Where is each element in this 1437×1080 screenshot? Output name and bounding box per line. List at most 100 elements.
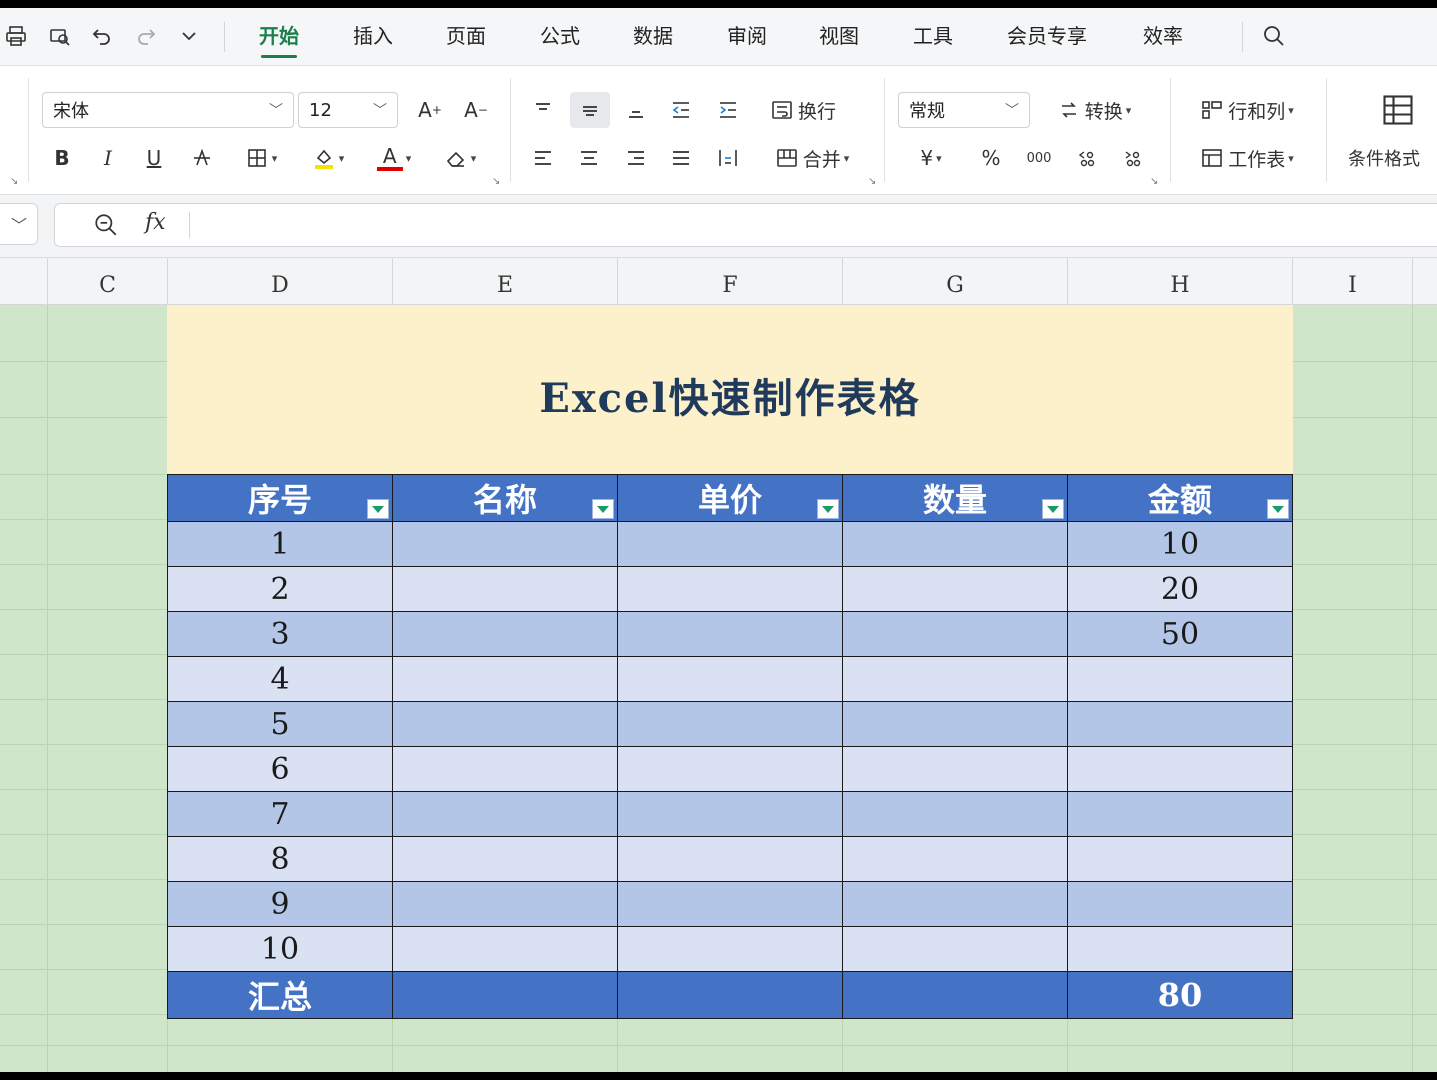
conditional-format-icon[interactable] — [1376, 88, 1420, 132]
tab-tools[interactable]: 工具 — [913, 20, 953, 54]
justify-icon[interactable] — [662, 140, 700, 176]
tab-view[interactable]: 视图 — [819, 20, 859, 54]
table-cell[interactable] — [842, 611, 1068, 657]
align-top-icon[interactable] — [524, 92, 562, 128]
table-cell[interactable] — [617, 746, 843, 792]
column-header-G[interactable]: G — [843, 258, 1068, 304]
column-header-H[interactable]: H — [1068, 258, 1293, 304]
percent-button[interactable]: % — [972, 140, 1010, 176]
align-middle-icon[interactable] — [570, 92, 610, 128]
table-cell[interactable]: 7 — [167, 791, 393, 837]
header-cell[interactable]: 名称 — [392, 474, 618, 522]
table-cell[interactable] — [842, 791, 1068, 837]
quick-access-more-icon[interactable] — [173, 20, 205, 52]
font-name-select[interactable]: 宋体 ﹀ — [42, 92, 294, 128]
table-cell[interactable] — [842, 521, 1068, 567]
table-cell[interactable] — [617, 881, 843, 927]
table-cell[interactable] — [617, 656, 843, 702]
launcher-icon[interactable]: ↘ — [1150, 176, 1158, 187]
filter-dropdown-icon[interactable] — [592, 499, 614, 519]
table-cell[interactable] — [392, 566, 618, 612]
table-cell[interactable] — [392, 611, 618, 657]
worksheet-button[interactable]: 工作表 ▾ — [1186, 140, 1308, 176]
tab-page[interactable]: 页面 — [446, 20, 486, 54]
table-cell[interactable] — [617, 701, 843, 747]
column-header-I[interactable]: I — [1293, 258, 1413, 304]
column-header-J[interactable] — [1413, 258, 1437, 304]
font-color-icon[interactable]: A ▾ — [368, 140, 420, 176]
table-cell[interactable] — [617, 611, 843, 657]
filter-dropdown-icon[interactable] — [1042, 499, 1064, 519]
tab-efficiency[interactable]: 效率 — [1143, 20, 1183, 54]
table-cell[interactable] — [1067, 746, 1293, 792]
font-size-select[interactable]: 12 ﹀ — [298, 92, 398, 128]
table-cell[interactable] — [1067, 926, 1293, 972]
header-cell[interactable]: 数量 — [842, 474, 1068, 522]
table-cell[interactable] — [842, 836, 1068, 882]
table-cell[interactable] — [392, 656, 618, 702]
rows-columns-button[interactable]: 行和列 ▾ — [1186, 92, 1308, 128]
table-cell[interactable] — [842, 656, 1068, 702]
launcher-icon[interactable]: ↘ — [10, 176, 18, 187]
table-cell[interactable]: 3 — [167, 611, 393, 657]
table-cell[interactable] — [842, 926, 1068, 972]
table-cell[interactable] — [617, 521, 843, 567]
thousands-separator-button[interactable]: 000 — [1020, 140, 1058, 176]
distribute-icon[interactable] — [709, 140, 747, 176]
increase-font-icon[interactable]: A + — [410, 92, 450, 128]
tab-review[interactable]: 审阅 — [727, 20, 767, 54]
table-cell[interactable] — [842, 701, 1068, 747]
fx-icon[interactable]: fx — [145, 210, 166, 235]
column-header-D[interactable]: D — [168, 258, 393, 304]
tab-insert[interactable]: 插入 — [353, 20, 393, 54]
currency-button[interactable]: ¥ ▾ — [904, 140, 958, 176]
align-left-icon[interactable] — [524, 140, 562, 176]
header-cell[interactable]: 序号 — [167, 474, 393, 522]
zoom-formula-icon[interactable] — [93, 212, 119, 238]
table-cell[interactable] — [842, 746, 1068, 792]
table-cell[interactable] — [1067, 701, 1293, 747]
table-cell[interactable] — [1067, 881, 1293, 927]
table-cell[interactable]: 6 — [167, 746, 393, 792]
print-icon[interactable] — [0, 20, 32, 52]
table-cell[interactable]: 50 — [1067, 611, 1293, 657]
underline-button[interactable]: U — [136, 140, 172, 176]
border-icon[interactable]: ▾ — [236, 140, 286, 176]
table-cell[interactable] — [617, 926, 843, 972]
merged-title-cell[interactable]: Excel快速制作表格 — [167, 305, 1293, 474]
summary-cell[interactable]: 汇总 — [167, 971, 393, 1019]
align-bottom-icon[interactable] — [617, 92, 655, 128]
column-header-E[interactable]: E — [393, 258, 618, 304]
bold-button[interactable]: B — [44, 140, 80, 176]
increase-indent-icon[interactable] — [709, 92, 747, 128]
launcher-icon[interactable]: ↘ — [492, 176, 500, 187]
table-cell[interactable] — [392, 701, 618, 747]
fill-color-icon[interactable]: ▾ — [302, 140, 354, 176]
name-box-dropdown[interactable]: ﹀ — [0, 203, 38, 245]
table-cell[interactable] — [1067, 656, 1293, 702]
table-cell[interactable]: 20 — [1067, 566, 1293, 612]
table-cell[interactable] — [842, 566, 1068, 612]
italic-button[interactable]: I — [90, 140, 126, 176]
number-format-select[interactable]: 常规 ﹀ — [898, 92, 1030, 128]
table-cell[interactable]: 1 — [167, 521, 393, 567]
table-cell[interactable]: 10 — [167, 926, 393, 972]
formula-input-area[interactable]: fx — [54, 203, 1437, 247]
table-cell[interactable] — [392, 746, 618, 792]
align-right-icon[interactable] — [617, 140, 655, 176]
table-cell[interactable] — [392, 791, 618, 837]
redo-icon[interactable] — [130, 20, 162, 52]
decrease-decimal-icon[interactable] — [1114, 140, 1152, 176]
table-cell[interactable] — [392, 926, 618, 972]
align-center-icon[interactable] — [570, 140, 608, 176]
table-cell[interactable] — [842, 881, 1068, 927]
table-cell[interactable]: 8 — [167, 836, 393, 882]
tab-formula[interactable]: 公式 — [540, 20, 580, 54]
tab-member[interactable]: 会员专享 — [1007, 20, 1087, 54]
table-cell[interactable]: 9 — [167, 881, 393, 927]
filter-dropdown-icon[interactable] — [817, 499, 839, 519]
conditional-format-button[interactable]: 条件格式 — [1348, 140, 1437, 176]
table-cell[interactable] — [617, 566, 843, 612]
summary-cell[interactable] — [392, 971, 618, 1019]
summary-cell[interactable] — [842, 971, 1068, 1019]
